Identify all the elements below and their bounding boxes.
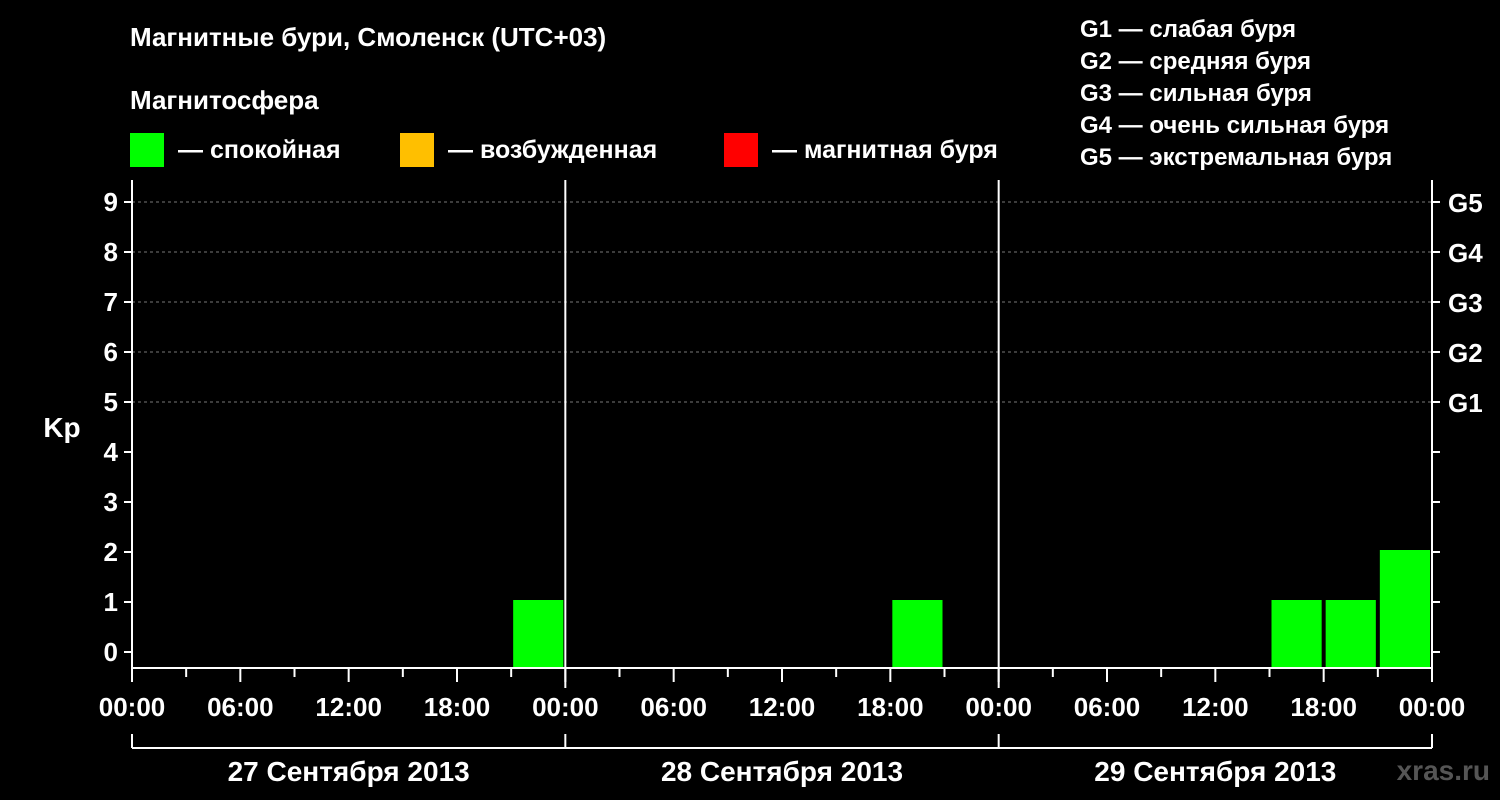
x-tick-label-2: 12:00 xyxy=(315,692,382,722)
g-scale-label-g1: G1 xyxy=(1448,388,1483,418)
y-tick-label-3: 3 xyxy=(104,487,118,517)
x-tick-label-11: 18:00 xyxy=(1290,692,1357,722)
bar-day1-slot8 xyxy=(513,600,564,668)
x-tick-label-12: 00:00 xyxy=(1399,692,1466,722)
bar-day3-slot7 xyxy=(1325,600,1376,668)
watermark: xras.ru xyxy=(1396,755,1490,786)
day-label-2: 28 Сентября 2013 xyxy=(661,756,903,787)
day-label-1: 27 Сентября 2013 xyxy=(228,756,470,787)
x-tick-label-8: 00:00 xyxy=(965,692,1032,722)
x-tick-label-5: 06:00 xyxy=(640,692,707,722)
y-tick-label-0: 0 xyxy=(104,637,118,667)
y-tick-label-2: 2 xyxy=(104,537,118,567)
y-tick-label-9: 9 xyxy=(104,187,118,217)
x-tick-label-4: 00:00 xyxy=(532,692,599,722)
g-scale-label-g2: G2 xyxy=(1448,338,1483,368)
y-axis-title: Kp xyxy=(43,412,80,443)
y-tick-label-8: 8 xyxy=(104,237,118,267)
day-label-3: 29 Сентября 2013 xyxy=(1094,756,1336,787)
y-tick-label-7: 7 xyxy=(104,287,118,317)
x-tick-label-0: 00:00 xyxy=(99,692,166,722)
kp-chart: 0 1 2 3 4 5 6 7 8 9 G1 G2 G3 G4 G5 Kp 00:00 06:00 12:00 18:… xyxy=(43,180,1483,787)
x-tick-label-10: 12:00 xyxy=(1182,692,1249,722)
x-tick-label-6: 12:00 xyxy=(749,692,816,722)
x-tick-label-3: 18:00 xyxy=(424,692,491,722)
x-tick-label-9: 06:00 xyxy=(1074,692,1141,722)
y-tick-label-1: 1 xyxy=(104,587,118,617)
x-tick-label-1: 06:00 xyxy=(207,692,274,722)
bar-day2-slot7 xyxy=(892,600,943,668)
bar-day3-slot6 xyxy=(1271,600,1322,668)
g-scale-label-g5: G5 xyxy=(1448,188,1483,218)
y-tick-label-6: 6 xyxy=(104,337,118,367)
x-tick-label-7: 18:00 xyxy=(857,692,924,722)
y-tick-label-5: 5 xyxy=(104,387,118,417)
bar-day3-slot8 xyxy=(1379,550,1430,668)
g-scale-label-g4: G4 xyxy=(1448,238,1483,268)
y-tick-label-4: 4 xyxy=(104,437,119,467)
g-scale-label-g3: G3 xyxy=(1448,288,1483,318)
